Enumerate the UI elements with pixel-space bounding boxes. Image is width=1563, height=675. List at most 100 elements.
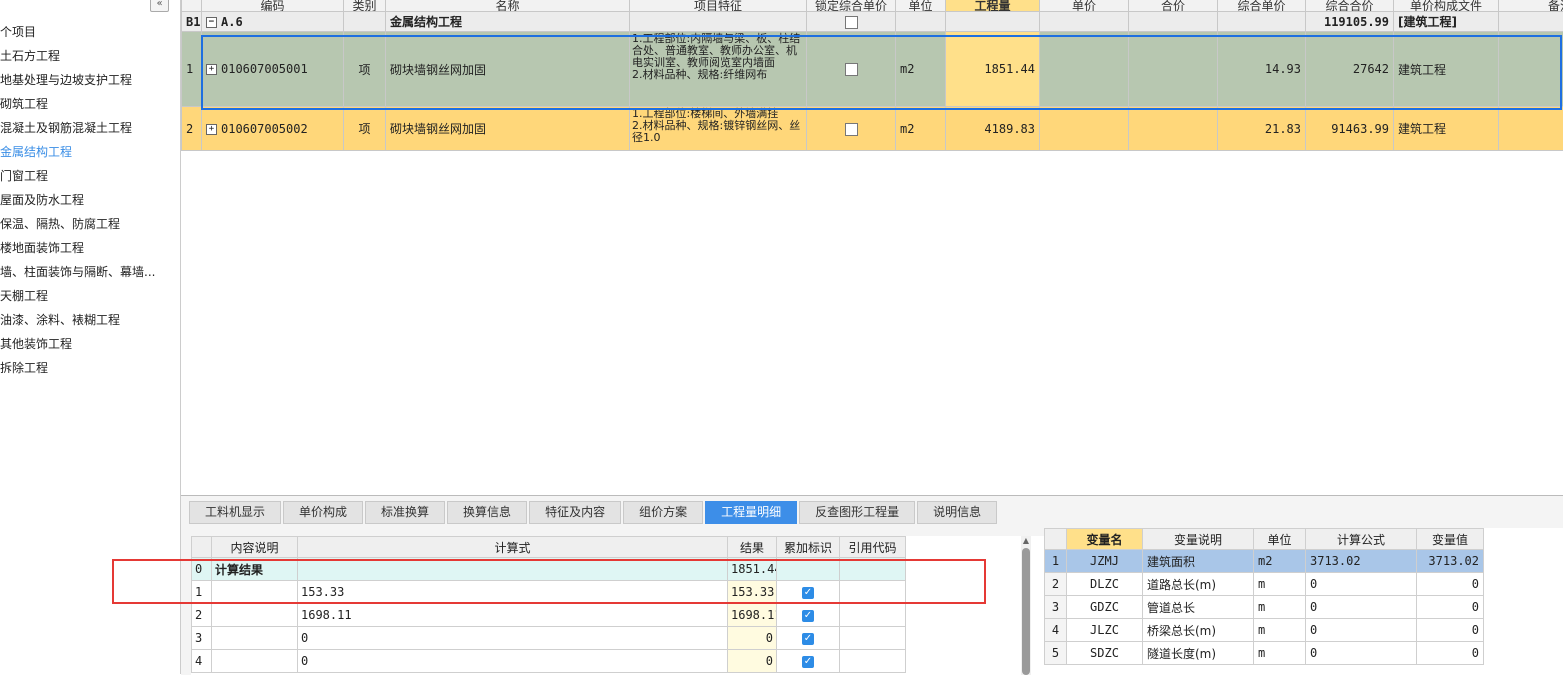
sidebar-item[interactable]: 个项目 bbox=[0, 22, 155, 46]
sidebar-item[interactable]: 天棚工程 bbox=[0, 286, 155, 310]
row-quantity[interactable]: 4189.83 bbox=[946, 107, 1040, 151]
var-name[interactable]: JLZC bbox=[1067, 619, 1143, 642]
var-header-value[interactable]: 变量值 bbox=[1417, 529, 1484, 550]
row-type[interactable]: 项 bbox=[344, 32, 386, 107]
collapse-icon[interactable]: − bbox=[206, 17, 217, 28]
detail-header-accum[interactable]: 累加标识 bbox=[777, 537, 840, 558]
detail-expr[interactable]: 1698.11 bbox=[298, 604, 728, 627]
detail-scrollbar[interactable]: ▲ bbox=[1021, 536, 1031, 675]
detail-row[interactable]: 1153.33153.33✓ bbox=[192, 581, 906, 604]
header-comp-total[interactable]: 综合合价 bbox=[1306, 0, 1394, 12]
accumulate-checkbox[interactable]: ✓ bbox=[802, 610, 814, 622]
row-remark[interactable] bbox=[1499, 32, 1563, 107]
detail-desc[interactable] bbox=[212, 650, 298, 673]
detail-desc[interactable] bbox=[212, 604, 298, 627]
accumulate-checkbox[interactable]: ✓ bbox=[802, 656, 814, 668]
lock-checkbox[interactable] bbox=[845, 123, 858, 136]
row-unit-price[interactable] bbox=[1040, 107, 1129, 151]
var-unit[interactable]: m bbox=[1254, 619, 1306, 642]
sidebar-item[interactable]: 油漆、涂料、裱糊工程 bbox=[0, 310, 155, 334]
detail-ref[interactable] bbox=[840, 604, 906, 627]
header-unit[interactable]: 单位 bbox=[896, 0, 946, 12]
var-header-formula[interactable]: 计算公式 bbox=[1306, 529, 1417, 550]
detail-ref[interactable] bbox=[840, 558, 906, 581]
detail-row[interactable]: 0计算结果1851.44 bbox=[192, 558, 906, 581]
lock-checkbox[interactable] bbox=[845, 16, 858, 29]
scroll-up-icon[interactable]: ▲ bbox=[1021, 536, 1031, 546]
row-code[interactable]: +010607005002 bbox=[202, 107, 344, 151]
sidebar-item[interactable]: 楼地面装饰工程 bbox=[0, 238, 155, 262]
collapse-sidebar-button[interactable]: « bbox=[150, 0, 169, 12]
detail-row[interactable]: 300✓ bbox=[192, 627, 906, 650]
var-row[interactable]: 2DLZC道路总长(m)m00 bbox=[1045, 573, 1484, 596]
detail-header-ref[interactable]: 引用代码 bbox=[840, 537, 906, 558]
detail-ref[interactable] bbox=[840, 581, 906, 604]
row-unit-price[interactable] bbox=[1040, 32, 1129, 107]
tab[interactable]: 组价方案 bbox=[623, 501, 703, 524]
detail-header-result[interactable]: 结果 bbox=[728, 537, 777, 558]
var-header-desc[interactable]: 变量说明 bbox=[1143, 529, 1254, 550]
sidebar-item[interactable]: 混凝土及钢筋混凝土工程 bbox=[0, 118, 155, 142]
detail-row[interactable]: 400✓ bbox=[192, 650, 906, 673]
var-value[interactable]: 0 bbox=[1417, 573, 1484, 596]
var-value[interactable]: 0 bbox=[1417, 642, 1484, 665]
var-formula[interactable]: 3713.02 bbox=[1306, 550, 1417, 573]
tab[interactable]: 标准换算 bbox=[365, 501, 445, 524]
var-desc[interactable]: 隧道长度(m) bbox=[1143, 642, 1254, 665]
detail-desc[interactable] bbox=[212, 581, 298, 604]
var-header-unit[interactable]: 单位 bbox=[1254, 529, 1306, 550]
var-desc[interactable]: 管道总长 bbox=[1143, 596, 1254, 619]
var-value[interactable]: 3713.02 bbox=[1417, 550, 1484, 573]
detail-desc[interactable] bbox=[212, 627, 298, 650]
var-formula[interactable]: 0 bbox=[1306, 596, 1417, 619]
var-row[interactable]: 3GDZC管道总长m00 bbox=[1045, 596, 1484, 619]
detail-header-expr[interactable]: 计算式 bbox=[298, 537, 728, 558]
var-desc[interactable]: 道路总长(m) bbox=[1143, 573, 1254, 596]
detail-row[interactable]: 21698.111698.11✓ bbox=[192, 604, 906, 627]
row-quantity[interactable]: 1851.44 bbox=[946, 32, 1040, 107]
var-name[interactable]: GDZC bbox=[1067, 596, 1143, 619]
tab[interactable]: 单价构成 bbox=[283, 501, 363, 524]
expand-icon[interactable]: + bbox=[206, 124, 217, 135]
var-row[interactable]: 4JLZC桥梁总长(m)m00 bbox=[1045, 619, 1484, 642]
header-code[interactable]: 编码 bbox=[202, 0, 344, 12]
row-unit[interactable]: m2 bbox=[896, 107, 946, 151]
var-desc[interactable]: 桥梁总长(m) bbox=[1143, 619, 1254, 642]
row-feature[interactable]: 1.工程部位:楼梯间、外墙满挂 2.材料品种、规格:镀锌钢丝网、丝径1.0 bbox=[630, 107, 807, 151]
lock-checkbox[interactable] bbox=[845, 63, 858, 76]
tab[interactable]: 工料机显示 bbox=[189, 501, 281, 524]
var-row[interactable]: 5SDZC隧道长度(m)m00 bbox=[1045, 642, 1484, 665]
detail-expr[interactable]: 0 bbox=[298, 627, 728, 650]
sidebar-item[interactable]: 保温、隔热、防腐工程 bbox=[0, 214, 155, 238]
header-type[interactable]: 类别 bbox=[344, 0, 386, 12]
header-comp-price[interactable]: 综合单价 bbox=[1218, 0, 1306, 12]
row-feature[interactable]: 1.工程部位:内隔墙与梁、板、柱结合处、普通教室、教师办公室、机电实训室、教师阅… bbox=[630, 32, 807, 107]
tab[interactable]: 工程量明细 bbox=[705, 501, 797, 524]
header-name[interactable]: 名称 bbox=[386, 0, 630, 12]
group-code[interactable]: −A.6 bbox=[202, 12, 344, 32]
var-unit[interactable]: m2 bbox=[1254, 550, 1306, 573]
group-row[interactable]: B1 −A.6 金属结构工程 119105.99 [建筑工程] bbox=[182, 12, 1563, 32]
sidebar-item[interactable]: 地基处理与边坡支护工程 bbox=[0, 70, 155, 94]
header-unit-price[interactable]: 单价 bbox=[1040, 0, 1129, 12]
detail-ref[interactable] bbox=[840, 627, 906, 650]
expand-icon[interactable]: + bbox=[206, 64, 217, 75]
var-header-name[interactable]: 变量名 bbox=[1067, 529, 1143, 550]
scroll-thumb[interactable] bbox=[1022, 548, 1030, 675]
tab[interactable]: 换算信息 bbox=[447, 501, 527, 524]
tab[interactable]: 特征及内容 bbox=[529, 501, 621, 524]
var-unit[interactable]: m bbox=[1254, 573, 1306, 596]
row-type[interactable]: 项 bbox=[344, 107, 386, 151]
row-name[interactable]: 砌块墙钢丝网加固 bbox=[386, 32, 630, 107]
sidebar-item[interactable]: 其他装饰工程 bbox=[0, 334, 155, 358]
row-remark[interactable] bbox=[1499, 107, 1563, 151]
var-name[interactable]: DLZC bbox=[1067, 573, 1143, 596]
sidebar-item[interactable]: 砌筑工程 bbox=[0, 94, 155, 118]
sidebar-item[interactable]: 金属结构工程 bbox=[0, 142, 155, 166]
header-lock-price[interactable]: 锁定综合单价 bbox=[807, 0, 896, 12]
var-unit[interactable]: m bbox=[1254, 596, 1306, 619]
var-value[interactable]: 0 bbox=[1417, 596, 1484, 619]
header-quantity[interactable]: 工程量 bbox=[946, 0, 1040, 12]
sidebar-item[interactable]: 门窗工程 bbox=[0, 166, 155, 190]
header-price-file[interactable]: 单价构成文件 bbox=[1394, 0, 1499, 12]
